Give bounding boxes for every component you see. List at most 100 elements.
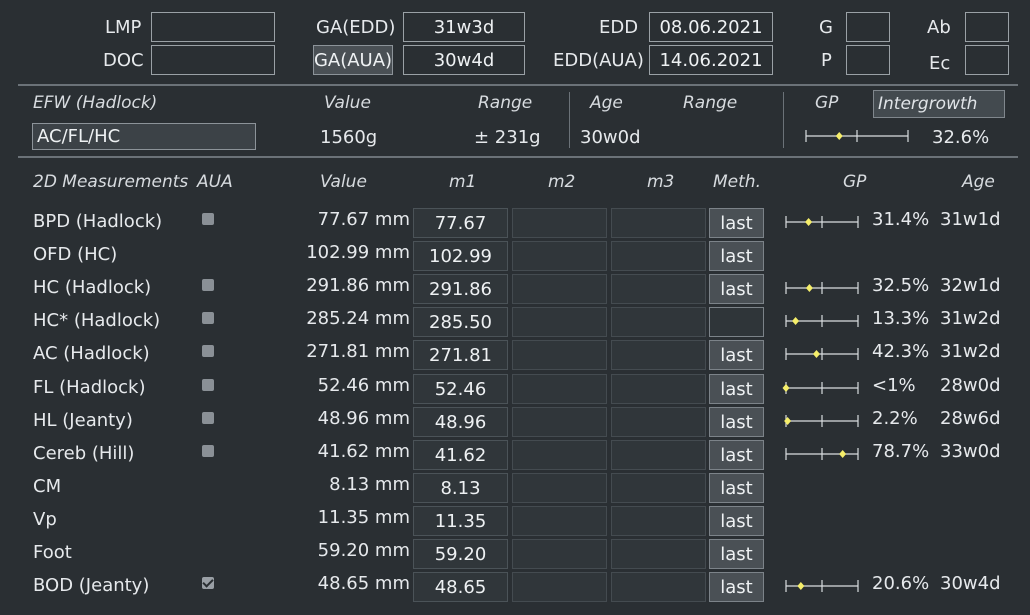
efw-range-header: Range	[478, 93, 533, 113]
efw-gp-percent: 32.6%	[932, 127, 990, 148]
g-field[interactable]	[846, 12, 890, 42]
p-label: P	[821, 50, 832, 71]
m3-field[interactable]	[611, 208, 706, 238]
gp-gauge	[785, 282, 859, 294]
header-divider	[18, 84, 1018, 86]
method-button[interactable]: last	[709, 506, 764, 536]
aua-checkbox[interactable]	[202, 577, 214, 589]
method-button[interactable]: last	[709, 572, 764, 602]
col-header-m2: m2	[548, 172, 576, 192]
m2-field[interactable]	[512, 208, 607, 238]
ga-aua-field[interactable]: 30w4d	[403, 45, 525, 75]
ga-edd-label: GA(EDD)	[316, 17, 396, 38]
doc-field[interactable]	[151, 45, 275, 75]
m1-field[interactable]: 48.65	[413, 572, 508, 602]
col-header-method: Meth.	[713, 172, 761, 192]
row-age: 33w0d	[940, 441, 1001, 462]
aua-checkbox[interactable]	[202, 345, 214, 357]
m2-field[interactable]	[512, 572, 607, 602]
m2-field[interactable]	[512, 440, 607, 470]
m2-field[interactable]	[512, 340, 607, 370]
row-age: 31w1d	[940, 209, 1001, 230]
efw-value-header: Value	[324, 93, 371, 113]
row-gp-percent: 42.3%	[872, 341, 930, 362]
row-value: 285.24 mm	[306, 308, 410, 329]
m2-field[interactable]	[512, 241, 607, 271]
m2-field[interactable]	[512, 307, 607, 337]
m2-field[interactable]	[512, 506, 607, 536]
m2-field[interactable]	[512, 473, 607, 503]
edd-aua-field[interactable]: 14.06.2021	[649, 45, 773, 75]
gp-gauge	[784, 415, 859, 427]
row-name: OFD (HC)	[33, 244, 118, 265]
m1-field[interactable]: 291.86	[413, 274, 508, 304]
row-name: BPD (Hadlock)	[33, 211, 163, 232]
m1-field[interactable]: 102.99	[413, 241, 508, 271]
m2-field[interactable]	[512, 274, 607, 304]
m3-field[interactable]	[611, 506, 706, 536]
m3-field[interactable]	[611, 374, 706, 404]
method-button[interactable]: last	[709, 440, 764, 470]
m2-field[interactable]	[512, 407, 607, 437]
efw-formula-field[interactable]: AC/FL/HC	[32, 123, 256, 150]
m3-field[interactable]	[611, 340, 706, 370]
m1-field[interactable]: 285.50	[413, 307, 508, 337]
row-value: 102.99 mm	[306, 242, 410, 263]
m1-field[interactable]: 11.35	[413, 506, 508, 536]
efw-divider-2	[783, 92, 784, 148]
m3-field[interactable]	[611, 241, 706, 271]
m1-field[interactable]: 41.62	[413, 440, 508, 470]
aua-checkbox[interactable]	[202, 279, 214, 291]
method-button[interactable]: last	[709, 274, 764, 304]
m1-field[interactable]: 77.67	[413, 208, 508, 238]
method-button[interactable]: last	[709, 241, 764, 271]
m1-field[interactable]: 8.13	[413, 473, 508, 503]
col-header-measurements: 2D Measurements	[33, 172, 189, 192]
ec-field[interactable]	[965, 45, 1009, 75]
m3-field[interactable]	[611, 539, 706, 569]
row-name: FL (Hadlock)	[33, 377, 146, 398]
row-gp-percent: 13.3%	[872, 308, 930, 329]
aua-checkbox[interactable]	[202, 412, 214, 424]
m1-field[interactable]: 59.20	[413, 539, 508, 569]
m2-field[interactable]	[512, 374, 607, 404]
aua-checkbox[interactable]	[202, 445, 214, 457]
ga-edd-field[interactable]: 31w3d	[403, 12, 525, 42]
m1-field[interactable]: 52.46	[413, 374, 508, 404]
method-button[interactable]: last	[709, 539, 764, 569]
m3-field[interactable]	[611, 307, 706, 337]
method-button[interactable]: last	[709, 374, 764, 404]
m1-field[interactable]: 48.96	[413, 407, 508, 437]
row-gp-percent: <1%	[872, 375, 916, 396]
row-name: Cereb (Hill)	[33, 443, 135, 464]
doc-label: DOC	[103, 50, 144, 71]
m2-field[interactable]	[512, 539, 607, 569]
lmp-field[interactable]	[151, 12, 275, 42]
ab-label: Ab	[927, 17, 951, 38]
method-button[interactable]	[709, 307, 764, 337]
m3-field[interactable]	[611, 473, 706, 503]
method-button[interactable]: last	[709, 407, 764, 437]
gauge-marker	[835, 132, 843, 140]
aua-checkbox[interactable]	[202, 213, 214, 225]
m3-field[interactable]	[611, 274, 706, 304]
row-age: 30w4d	[940, 573, 1001, 594]
row-value: 11.35 mm	[317, 507, 410, 528]
method-button[interactable]: last	[709, 208, 764, 238]
efw-value: 1560g	[320, 127, 378, 148]
edd-field[interactable]: 08.06.2021	[649, 12, 773, 42]
p-field[interactable]	[846, 45, 890, 75]
method-button[interactable]: last	[709, 473, 764, 503]
gp-gauge	[785, 315, 859, 327]
ga-aua-button[interactable]: GA(AUA)	[313, 45, 393, 75]
reference-selector[interactable]: Intergrowth	[873, 90, 1005, 118]
method-button[interactable]: last	[709, 340, 764, 370]
aua-checkbox[interactable]	[202, 379, 214, 391]
aua-checkbox[interactable]	[202, 312, 214, 324]
ab-field[interactable]	[965, 12, 1009, 42]
m3-field[interactable]	[611, 572, 706, 602]
efw-table-divider	[18, 156, 1018, 158]
m3-field[interactable]	[611, 407, 706, 437]
m1-field[interactable]: 271.81	[413, 340, 508, 370]
m3-field[interactable]	[611, 440, 706, 470]
